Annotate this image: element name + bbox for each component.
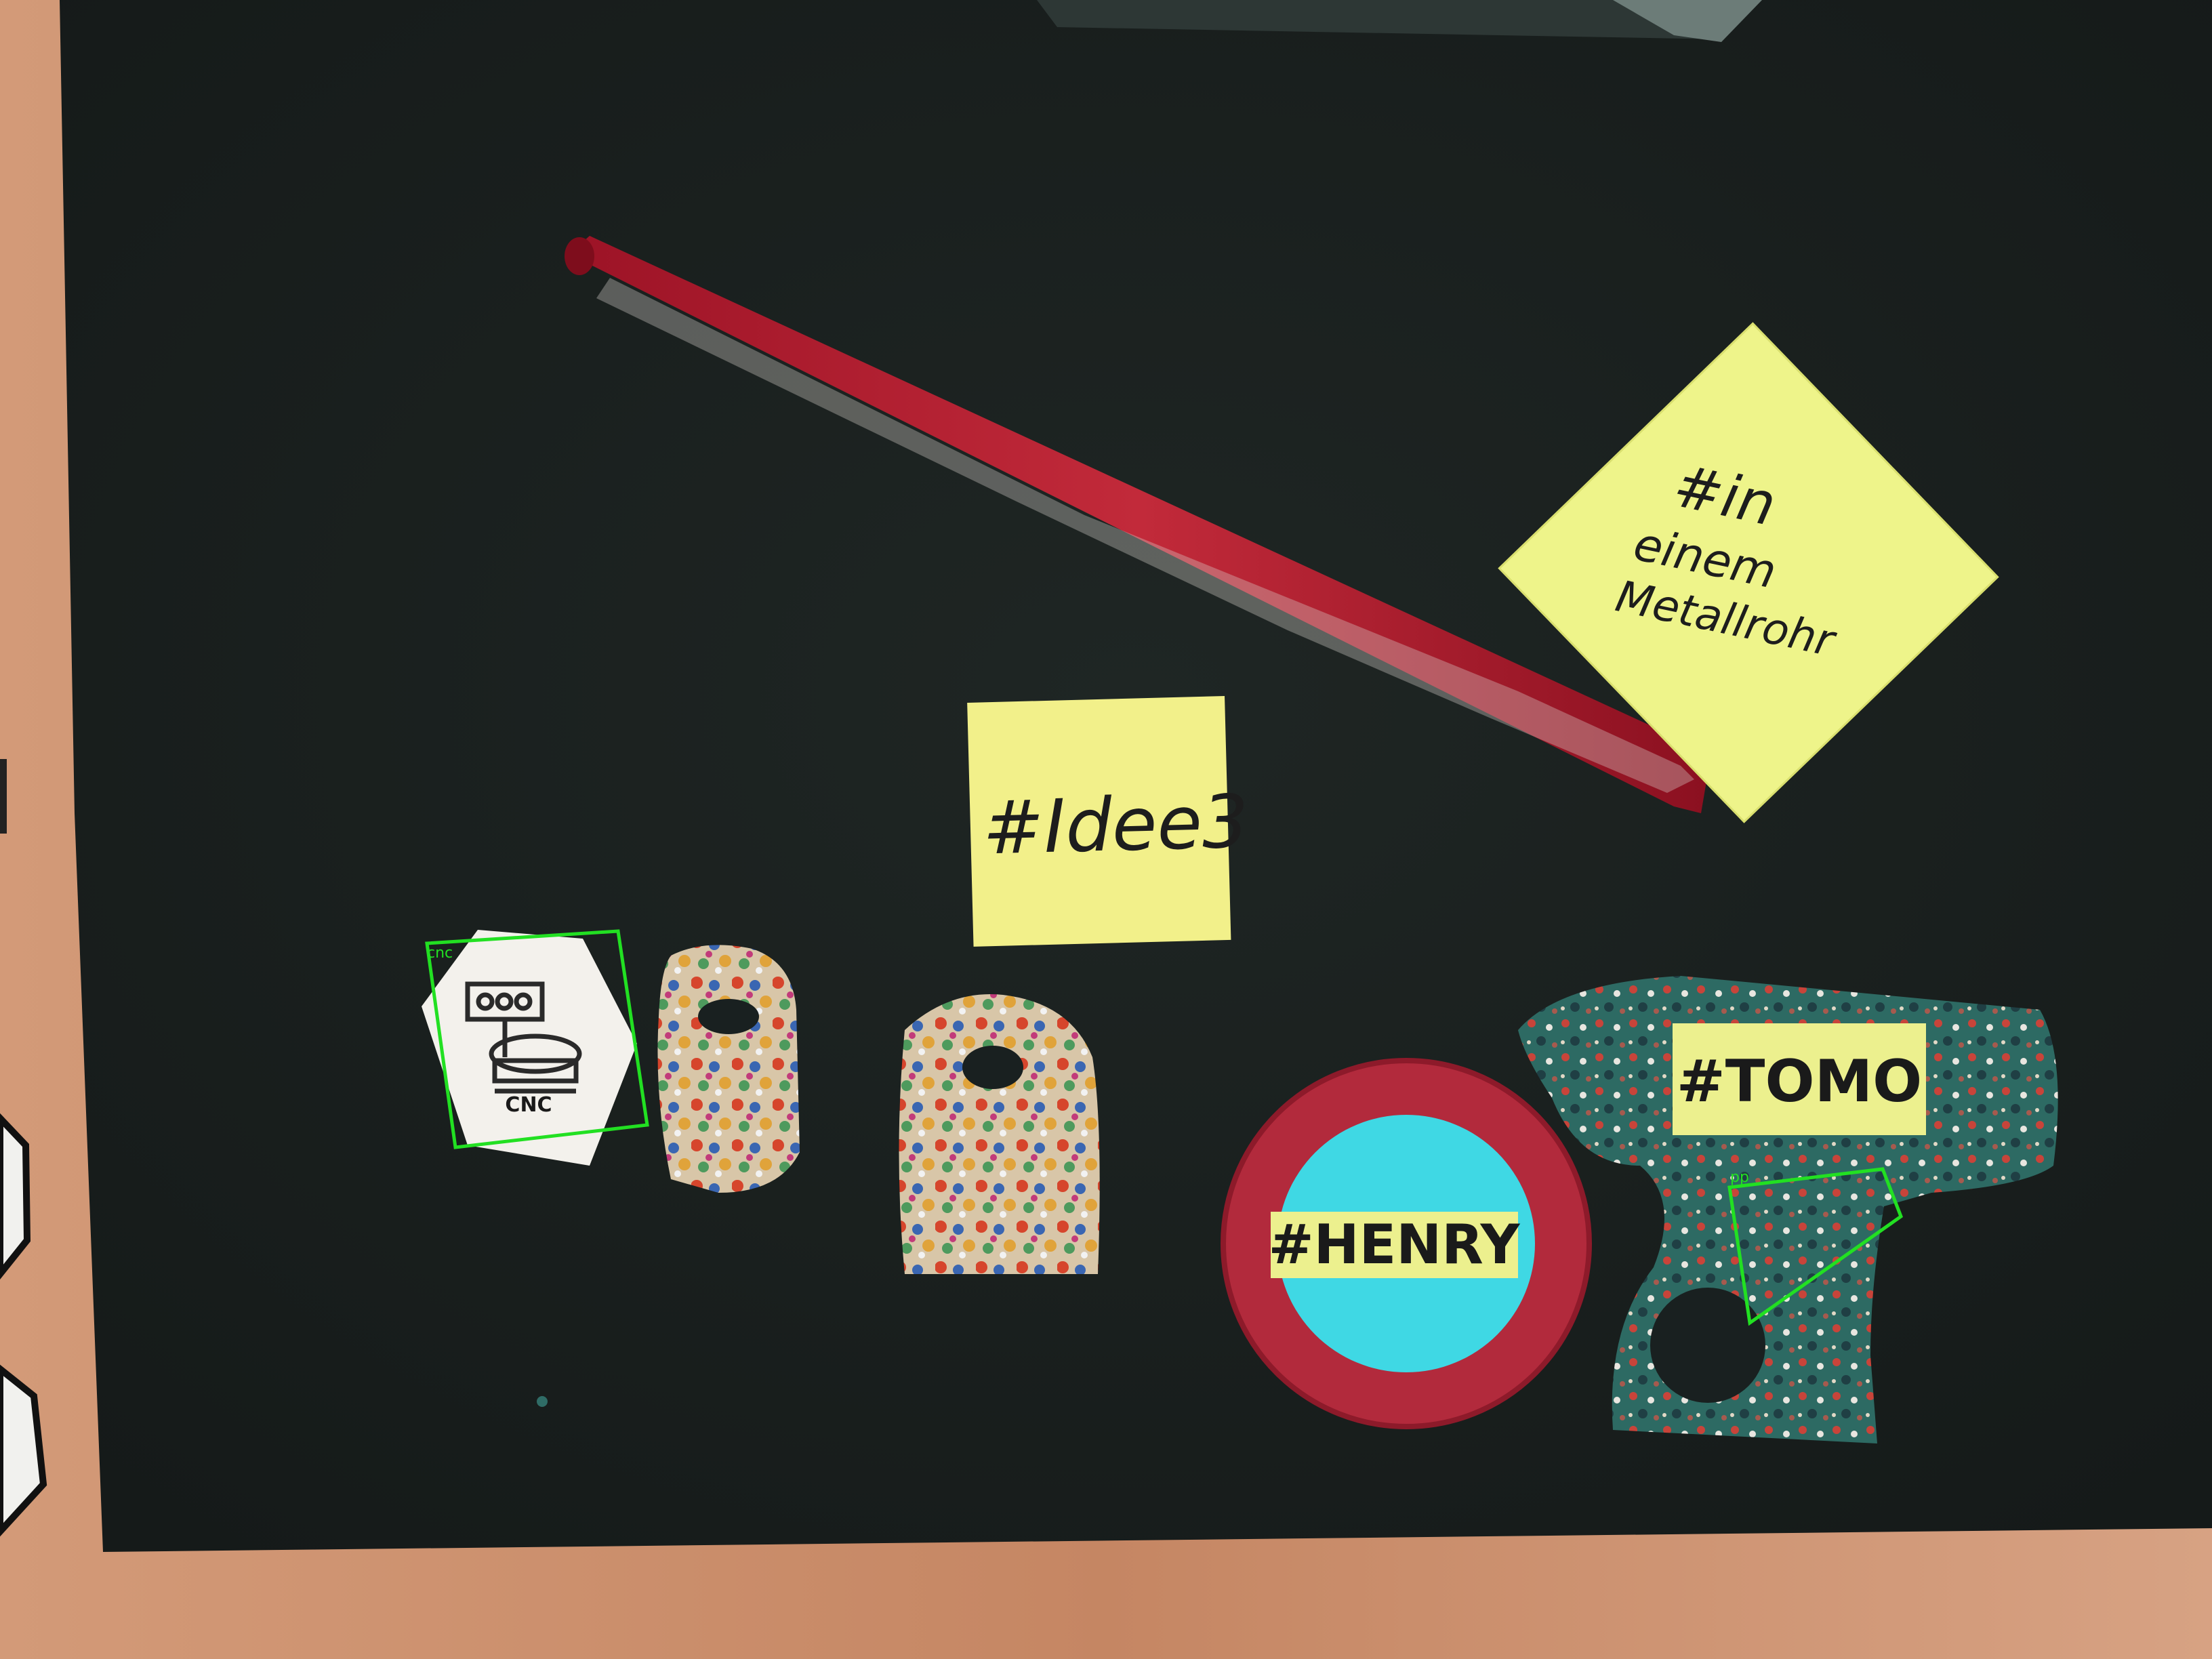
- photo-scene: #in einem Metallrohr #Idee3 CNC cnc #HEN…: [0, 0, 2212, 1659]
- henry-label: #HENRY: [1269, 1213, 1521, 1276]
- tomo-label: #TOMO: [1677, 1048, 1923, 1115]
- idee3-text: #Idee3: [981, 779, 1250, 871]
- detection-label-cnc: cnc: [427, 945, 453, 962]
- detection-label-pp: pp: [1730, 1169, 1749, 1186]
- board-dot: [537, 1396, 548, 1407]
- speckled-tag-small: [657, 945, 800, 1193]
- speckled-tag-large: [899, 994, 1100, 1274]
- tile-text: CNC: [505, 1093, 552, 1117]
- red-ring-henry: #HENRY: [1221, 1058, 1592, 1429]
- sticky-note-idee3: #Idee3: [967, 696, 1250, 947]
